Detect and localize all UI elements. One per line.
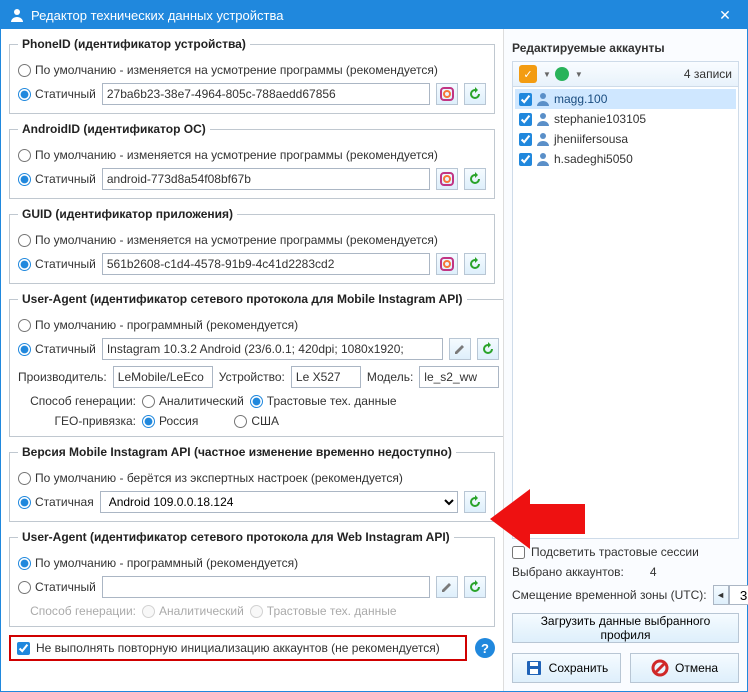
tz-spinner[interactable]: ◄ ► <box>713 585 748 605</box>
androidid-legend: AndroidID (идентификатор ОС) <box>18 122 210 136</box>
ua-web-input[interactable] <box>102 576 430 598</box>
api-version-legend: Версия Mobile Instagram API (частное изм… <box>18 445 456 459</box>
api-version-section: Версия Mobile Instagram API (частное изм… <box>9 445 495 522</box>
androidid-input[interactable] <box>102 168 430 190</box>
account-name: jheniifersousa <box>554 132 628 146</box>
device-input[interactable] <box>291 366 361 388</box>
gen-trust-radio[interactable]: Трастовые тех. данные <box>250 394 397 408</box>
refresh-icon[interactable] <box>464 168 486 190</box>
accounts-count: 4 записи <box>587 67 732 81</box>
save-button[interactable]: Сохранить <box>512 653 621 683</box>
account-checkbox[interactable] <box>519 93 532 106</box>
person-icon <box>536 112 550 126</box>
instagram-icon[interactable] <box>436 253 458 275</box>
api-version-select[interactable]: Android 109.0.0.18.124 <box>100 491 458 513</box>
highlight-check[interactable]: Подсветить трастовые сессии <box>512 545 739 559</box>
account-row[interactable]: jheniifersousa <box>515 129 736 149</box>
api-default-radio[interactable]: По умолчанию - берётся из экспертных нас… <box>18 471 403 485</box>
cancel-button[interactable]: Отмена <box>630 653 739 683</box>
instagram-icon[interactable] <box>436 168 458 190</box>
ua-mobile-default-radio[interactable]: По умолчанию - программный (рекомендуетс… <box>18 318 298 332</box>
ua-web-section: User-Agent (идентификатор сетевого прото… <box>9 530 495 627</box>
refresh-icon[interactable] <box>464 83 486 105</box>
androidid-static-radio[interactable]: Статичный <box>18 172 96 186</box>
manufacturer-label: Производитель: <box>18 370 107 384</box>
guid-section: GUID (идентификатор приложения) По умолч… <box>9 207 495 284</box>
account-name: magg.100 <box>554 92 607 106</box>
account-checkbox[interactable] <box>519 133 532 146</box>
load-profile-button[interactable]: Загрузить данные выбранного профиля <box>512 613 739 643</box>
model-label: Модель: <box>367 370 413 384</box>
gen-web-analytical-radio: Аналитический <box>142 604 244 618</box>
refresh-icon[interactable] <box>464 576 486 598</box>
gen-web-trust-radio: Трастовые тех. данные <box>250 604 397 618</box>
help-icon[interactable]: ? <box>475 638 495 658</box>
genmode-web-label: Способ генерации: <box>18 604 136 618</box>
refresh-icon[interactable] <box>477 338 499 360</box>
guid-default-radio[interactable]: По умолчанию - изменяется на усмотрение … <box>18 233 438 247</box>
refresh-icon[interactable] <box>464 253 486 275</box>
ua-mobile-section: User-Agent (идентификатор сетевого прото… <box>9 292 503 437</box>
geo-label: ГЕО-привязка: <box>18 414 136 428</box>
accounts-header: Редактируемые аккаунты <box>512 37 739 61</box>
geo-usa-radio[interactable]: США <box>234 414 279 428</box>
ua-web-legend: User-Agent (идентификатор сетевого прото… <box>18 530 454 544</box>
guid-legend: GUID (идентификатор приложения) <box>18 207 237 221</box>
ua-web-default-radio[interactable]: По умолчанию - программный (рекомендуетс… <box>18 556 298 570</box>
status-filter-icon[interactable] <box>555 67 569 81</box>
manufacturer-input[interactable] <box>113 366 213 388</box>
gen-analytical-radio[interactable]: Аналитический <box>142 394 244 408</box>
refresh-icon[interactable] <box>464 491 486 513</box>
device-label: Устройство: <box>219 370 285 384</box>
phoneid-static-radio[interactable]: Статичный <box>18 87 96 101</box>
account-name: h.sadeghi5050 <box>554 152 633 166</box>
person-icon <box>536 132 550 146</box>
selected-accounts-label: Выбрано аккаунтов: <box>512 565 624 579</box>
tz-prev-icon[interactable]: ◄ <box>713 585 729 605</box>
account-name: stephanie103105 <box>554 112 646 126</box>
androidid-section: AndroidID (идентификатор ОС) По умолчани… <box>9 122 495 199</box>
person-icon <box>536 152 550 166</box>
tz-input[interactable] <box>729 585 748 605</box>
phoneid-section: PhoneID (идентификатор устройства) По ум… <box>9 37 495 114</box>
cancel-icon <box>651 659 669 677</box>
ua-mobile-legend: User-Agent (идентификатор сетевого прото… <box>18 292 467 306</box>
no-reinit-checkbox[interactable]: Не выполнять повторную инициализацию акк… <box>9 635 467 661</box>
tz-label: Смещение временной зоны (UTC): <box>512 588 707 602</box>
person-icon <box>536 92 550 106</box>
selected-accounts-value: 4 <box>650 565 657 579</box>
titlebar: Редактор технических данных устройства ✕ <box>1 1 747 29</box>
account-row[interactable]: h.sadeghi5050 <box>515 149 736 169</box>
phoneid-input[interactable] <box>102 83 430 105</box>
ua-web-static-radio[interactable]: Статичный <box>18 580 96 594</box>
window-title: Редактор технических данных устройства <box>31 8 711 23</box>
model-input[interactable] <box>419 366 499 388</box>
genmode-label: Способ генерации: <box>18 394 136 408</box>
chevron-down-icon[interactable]: ▼ <box>575 70 583 79</box>
ua-mobile-static-radio[interactable]: Статичный <box>18 342 96 356</box>
chevron-down-icon[interactable]: ▼ <box>543 70 551 79</box>
account-checkbox[interactable] <box>519 113 532 126</box>
accounts-toolbar: ✓ ▼ ▼ 4 записи <box>512 61 739 87</box>
instagram-icon[interactable] <box>436 83 458 105</box>
phoneid-legend: PhoneID (идентификатор устройства) <box>18 37 250 51</box>
account-row[interactable]: magg.100 <box>515 89 736 109</box>
account-row[interactable]: stephanie103105 <box>515 109 736 129</box>
api-static-radio[interactable]: Статичная <box>18 495 94 509</box>
ua-mobile-input[interactable] <box>102 338 443 360</box>
edit-icon[interactable] <box>436 576 458 598</box>
geo-russia-radio[interactable]: Россия <box>142 414 198 428</box>
edit-icon[interactable] <box>449 338 471 360</box>
guid-static-radio[interactable]: Статичный <box>18 257 96 271</box>
select-all-icon[interactable]: ✓ <box>519 65 537 83</box>
phoneid-default-radio[interactable]: По умолчанию - изменяется на усмотрение … <box>18 63 438 77</box>
guid-input[interactable] <box>102 253 430 275</box>
accounts-list[interactable]: magg.100 stephanie103105 jheniifersousa h.s… <box>512 87 739 539</box>
account-checkbox[interactable] <box>519 153 532 166</box>
androidid-default-radio[interactable]: По умолчанию - изменяется на усмотрение … <box>18 148 438 162</box>
close-button[interactable]: ✕ <box>711 7 739 24</box>
save-icon <box>525 659 543 677</box>
app-icon <box>9 7 25 23</box>
